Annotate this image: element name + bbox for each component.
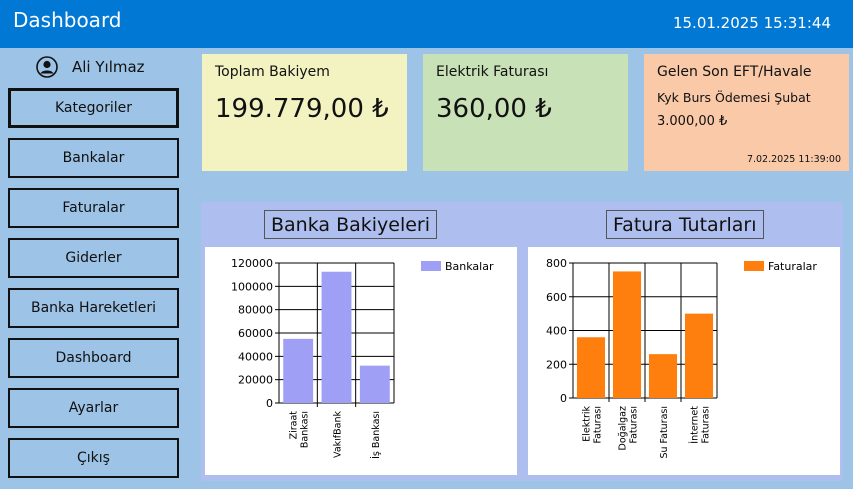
- bank-chart-title: Banka Bakiyeleri: [264, 210, 438, 239]
- app-title: Dashboard: [13, 8, 122, 32]
- last-transfer-description: Kyk Burs Ödemesi Şubat: [657, 90, 811, 105]
- bank-chart-bar-1: [283, 338, 314, 403]
- last-transfer-card: Gelen Son EFT/Havale Kyk Burs Ödemesi Şu…: [644, 54, 849, 171]
- bank-chart-xtick-label: Ziraat: [289, 411, 300, 440]
- bank-chart-ytick-label: 80000: [238, 304, 273, 317]
- bill-chart-legend-swatch: [744, 261, 764, 271]
- bank-chart-legend-swatch: [421, 261, 441, 271]
- sidebar: Ali Yılmaz Kategoriler Bankalar Faturala…: [0, 48, 190, 489]
- balance-label: Toplam Bakiyem: [215, 64, 330, 80]
- bank-chart-legend-label: Bankalar: [445, 260, 494, 273]
- bill-chart-bar-1: [576, 337, 606, 398]
- user-circle-icon: [36, 56, 58, 78]
- bank-chart-ytick-label: 60000: [238, 327, 273, 340]
- bill-chart-title: Fatura Tutarları: [606, 210, 764, 239]
- bank-chart-xtick-label: İş Bankası: [371, 411, 382, 459]
- bill-chart-xtick-label: Su Faturası: [659, 406, 670, 459]
- bill-chart-xtick-label: Faturası: [629, 406, 640, 443]
- bank-balance-chart: 120000100000800006000040000200000Ziraat B…: [231, 257, 494, 459]
- bill-chart-xtick-label: Doğalgaz: [618, 406, 629, 450]
- user-info: Ali Yılmaz: [36, 56, 145, 78]
- nav-faturalar-button[interactable]: Faturalar: [8, 188, 179, 228]
- bill-chart-bar-4: [684, 313, 714, 398]
- electric-bill-value: 360,00 ₺: [436, 94, 552, 124]
- bank-chart-bar-2: [321, 271, 352, 403]
- bill-chart-ytick-label: 600: [546, 291, 567, 304]
- last-transfer-date: 7.02.2025 11:39:00: [746, 154, 841, 165]
- nav-ayarlar-button[interactable]: Ayarlar: [8, 388, 179, 428]
- bank-chart-xtick-label: VakıfBank: [333, 411, 344, 458]
- bill-chart-xtick-label: İnternet: [690, 406, 701, 444]
- electric-bill-label: Elektrik Faturası: [436, 64, 549, 80]
- balance-card: Toplam Bakiyem 199.779,00 ₺: [202, 54, 407, 171]
- bank-chart-ytick-label: 0: [266, 397, 273, 410]
- bill-chart-container: 800 600 400 200 0 Elektrik Faturası Doğalgaz Fat…: [528, 247, 840, 475]
- bill-chart-xtick-label: Faturası: [593, 406, 604, 443]
- nav-banka-hareketleri-button[interactable]: Banka Hareketleri: [8, 288, 179, 328]
- nav-kategoriler-button[interactable]: Kategoriler: [8, 88, 179, 128]
- bill-amount-chart: 8006004002000Elektrik Faturası Doğalgaz Fat…: [546, 257, 817, 459]
- bill-chart-bar-3: [648, 354, 678, 398]
- bank-chart-container: 120000 100000 80000 60000 40000 20000 0 Ziraat B…: [205, 247, 517, 475]
- bank-chart-ytick-label: 40000: [238, 350, 273, 363]
- bill-chart-xtick-label: Elektrik: [582, 406, 593, 442]
- bill-chart-xtick-label: Faturası: [701, 406, 712, 443]
- bill-chart-legend-label: Faturalar: [768, 260, 817, 273]
- datetime-label: 15.01.2025 15:31:44: [672, 14, 831, 32]
- bank-chart-ytick-label: 120000: [231, 257, 273, 270]
- electric-bill-card: Elektrik Faturası 360,00 ₺: [423, 54, 628, 171]
- bill-chart-ytick-label: 200: [546, 358, 567, 371]
- bank-chart-ytick-label: 20000: [238, 374, 273, 387]
- bill-chart-bar-2: [612, 271, 642, 398]
- last-transfer-amount: 3.000,00 ₺: [657, 114, 728, 129]
- bill-chart-ytick-label: 800: [546, 257, 567, 270]
- bank-chart-ytick-label: 100000: [231, 280, 273, 293]
- bill-chart-ytick-label: 400: [546, 325, 567, 338]
- charts-panel: Banka Bakiyeleri Fatura Tutarları 120000…: [201, 202, 843, 481]
- title-bar: Dashboard 15.01.2025 15:31:44: [0, 0, 853, 48]
- nav-dashboard-button[interactable]: Dashboard: [8, 338, 179, 378]
- bank-chart-bar-3: [359, 365, 390, 403]
- balance-value: 199.779,00 ₺: [215, 94, 389, 124]
- user-name: Ali Yılmaz: [72, 58, 145, 76]
- nav-cikis-button[interactable]: Çıkış: [8, 438, 179, 478]
- bank-chart-xtick-label: Bankası: [300, 411, 311, 448]
- nav-giderler-button[interactable]: Giderler: [8, 238, 179, 278]
- nav-bankalar-button[interactable]: Bankalar: [8, 138, 179, 178]
- last-transfer-label: Gelen Son EFT/Havale: [657, 64, 812, 80]
- bill-chart-ytick-label: 0: [560, 392, 567, 405]
